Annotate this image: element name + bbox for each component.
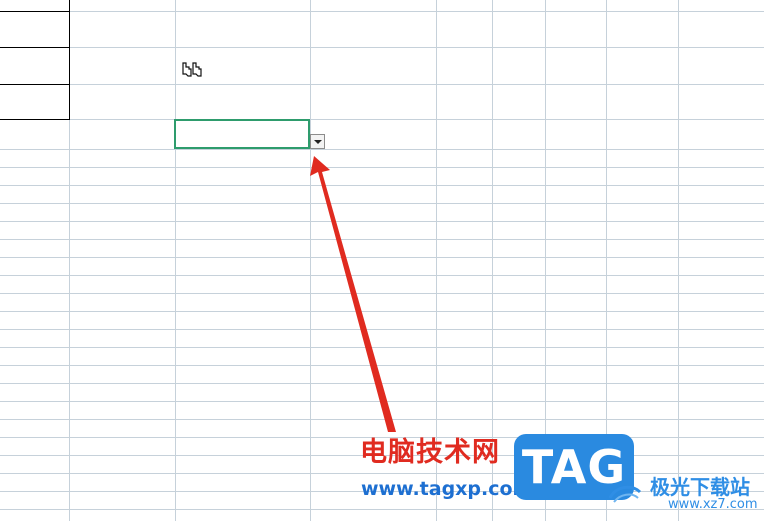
dropdown-arrow-icon [314, 140, 322, 144]
double-hand-pointer-icon [182, 62, 202, 77]
aurora-logo-icon [608, 485, 642, 503]
selected-cell[interactable] [174, 119, 310, 149]
watermark-site-url: www.tagxp.com [361, 478, 533, 500]
watermark-site-name: 电脑技术网 [360, 437, 500, 468]
partner-site-url: www.xz7.com [668, 497, 758, 512]
dropdown-list-button[interactable] [310, 134, 325, 149]
partner-site-name: 极光下载站 [650, 475, 750, 499]
